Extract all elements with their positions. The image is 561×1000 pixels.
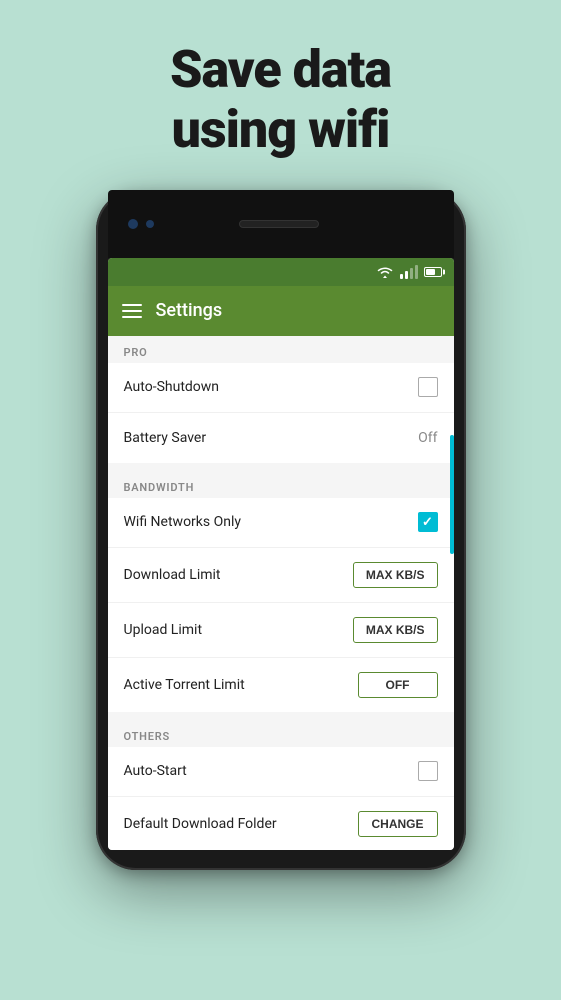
app-bar: Settings <box>108 286 454 336</box>
settings-content: PRO Auto-Shutdown Battery Saver Off BAND… <box>108 336 454 850</box>
settings-section-pro: Auto-Shutdown Battery Saver Off <box>108 363 454 463</box>
settings-section-others: Auto-Start Default Download Folder CHANG… <box>108 747 454 850</box>
hero-line1: Save data <box>170 39 391 100</box>
hero-section: Save data using wifi <box>170 40 391 160</box>
auto-shutdown-checkbox[interactable] <box>418 377 438 397</box>
app-bar-title: Settings <box>156 300 223 321</box>
upload-limit-label: Upload Limit <box>124 622 203 638</box>
settings-section-bandwidth: Wifi Networks Only Download Limit MAX KB… <box>108 498 454 712</box>
row-active-torrent-limit: Active Torrent Limit OFF <box>108 658 454 712</box>
hamburger-menu-icon[interactable] <box>122 304 142 318</box>
speaker-bar <box>239 220 319 228</box>
default-download-folder-label: Default Download Folder <box>124 816 277 832</box>
hero-line2: using wifi <box>172 99 390 160</box>
auto-shutdown-label: Auto-Shutdown <box>124 379 220 395</box>
phone-device: Settings PRO Auto-Shutdown Battery Saver… <box>96 190 466 870</box>
default-download-folder-button[interactable]: CHANGE <box>358 811 438 837</box>
wifi-networks-only-label: Wifi Networks Only <box>124 514 241 530</box>
battery-saver-label: Battery Saver <box>124 430 207 446</box>
scroll-indicator <box>450 435 454 553</box>
phone-top-bar <box>108 190 454 258</box>
camera-dot-1 <box>128 219 138 229</box>
camera-area <box>128 219 154 229</box>
camera-dot-2 <box>146 220 154 228</box>
row-auto-shutdown: Auto-Shutdown <box>108 363 454 413</box>
row-auto-start: Auto-Start <box>108 747 454 797</box>
row-upload-limit: Upload Limit MAX KB/S <box>108 603 454 658</box>
auto-start-checkbox[interactable] <box>418 761 438 781</box>
download-limit-button[interactable]: MAX KB/S <box>353 562 438 588</box>
upload-limit-button[interactable]: MAX KB/S <box>353 617 438 643</box>
phone-screen: Settings PRO Auto-Shutdown Battery Saver… <box>108 258 454 850</box>
status-bar <box>108 258 454 286</box>
auto-start-label: Auto-Start <box>124 763 187 779</box>
section-header-others: OTHERS <box>108 720 454 747</box>
row-download-limit: Download Limit MAX KB/S <box>108 548 454 603</box>
signal-bars <box>400 265 418 279</box>
download-limit-label: Download Limit <box>124 567 221 583</box>
wifi-icon <box>376 265 394 279</box>
active-torrent-limit-button[interactable]: OFF <box>358 672 438 698</box>
active-torrent-limit-label: Active Torrent Limit <box>124 677 245 693</box>
battery-saver-value: Off <box>418 430 437 446</box>
section-header-bandwidth: BANDWIDTH <box>108 471 454 498</box>
row-battery-saver: Battery Saver Off <box>108 413 454 463</box>
row-default-download-folder: Default Download Folder CHANGE <box>108 797 454 850</box>
battery-icon <box>424 267 442 277</box>
wifi-networks-only-checkbox[interactable] <box>418 512 438 532</box>
section-header-pro: PRO <box>108 336 454 363</box>
row-wifi-networks-only: Wifi Networks Only <box>108 498 454 548</box>
